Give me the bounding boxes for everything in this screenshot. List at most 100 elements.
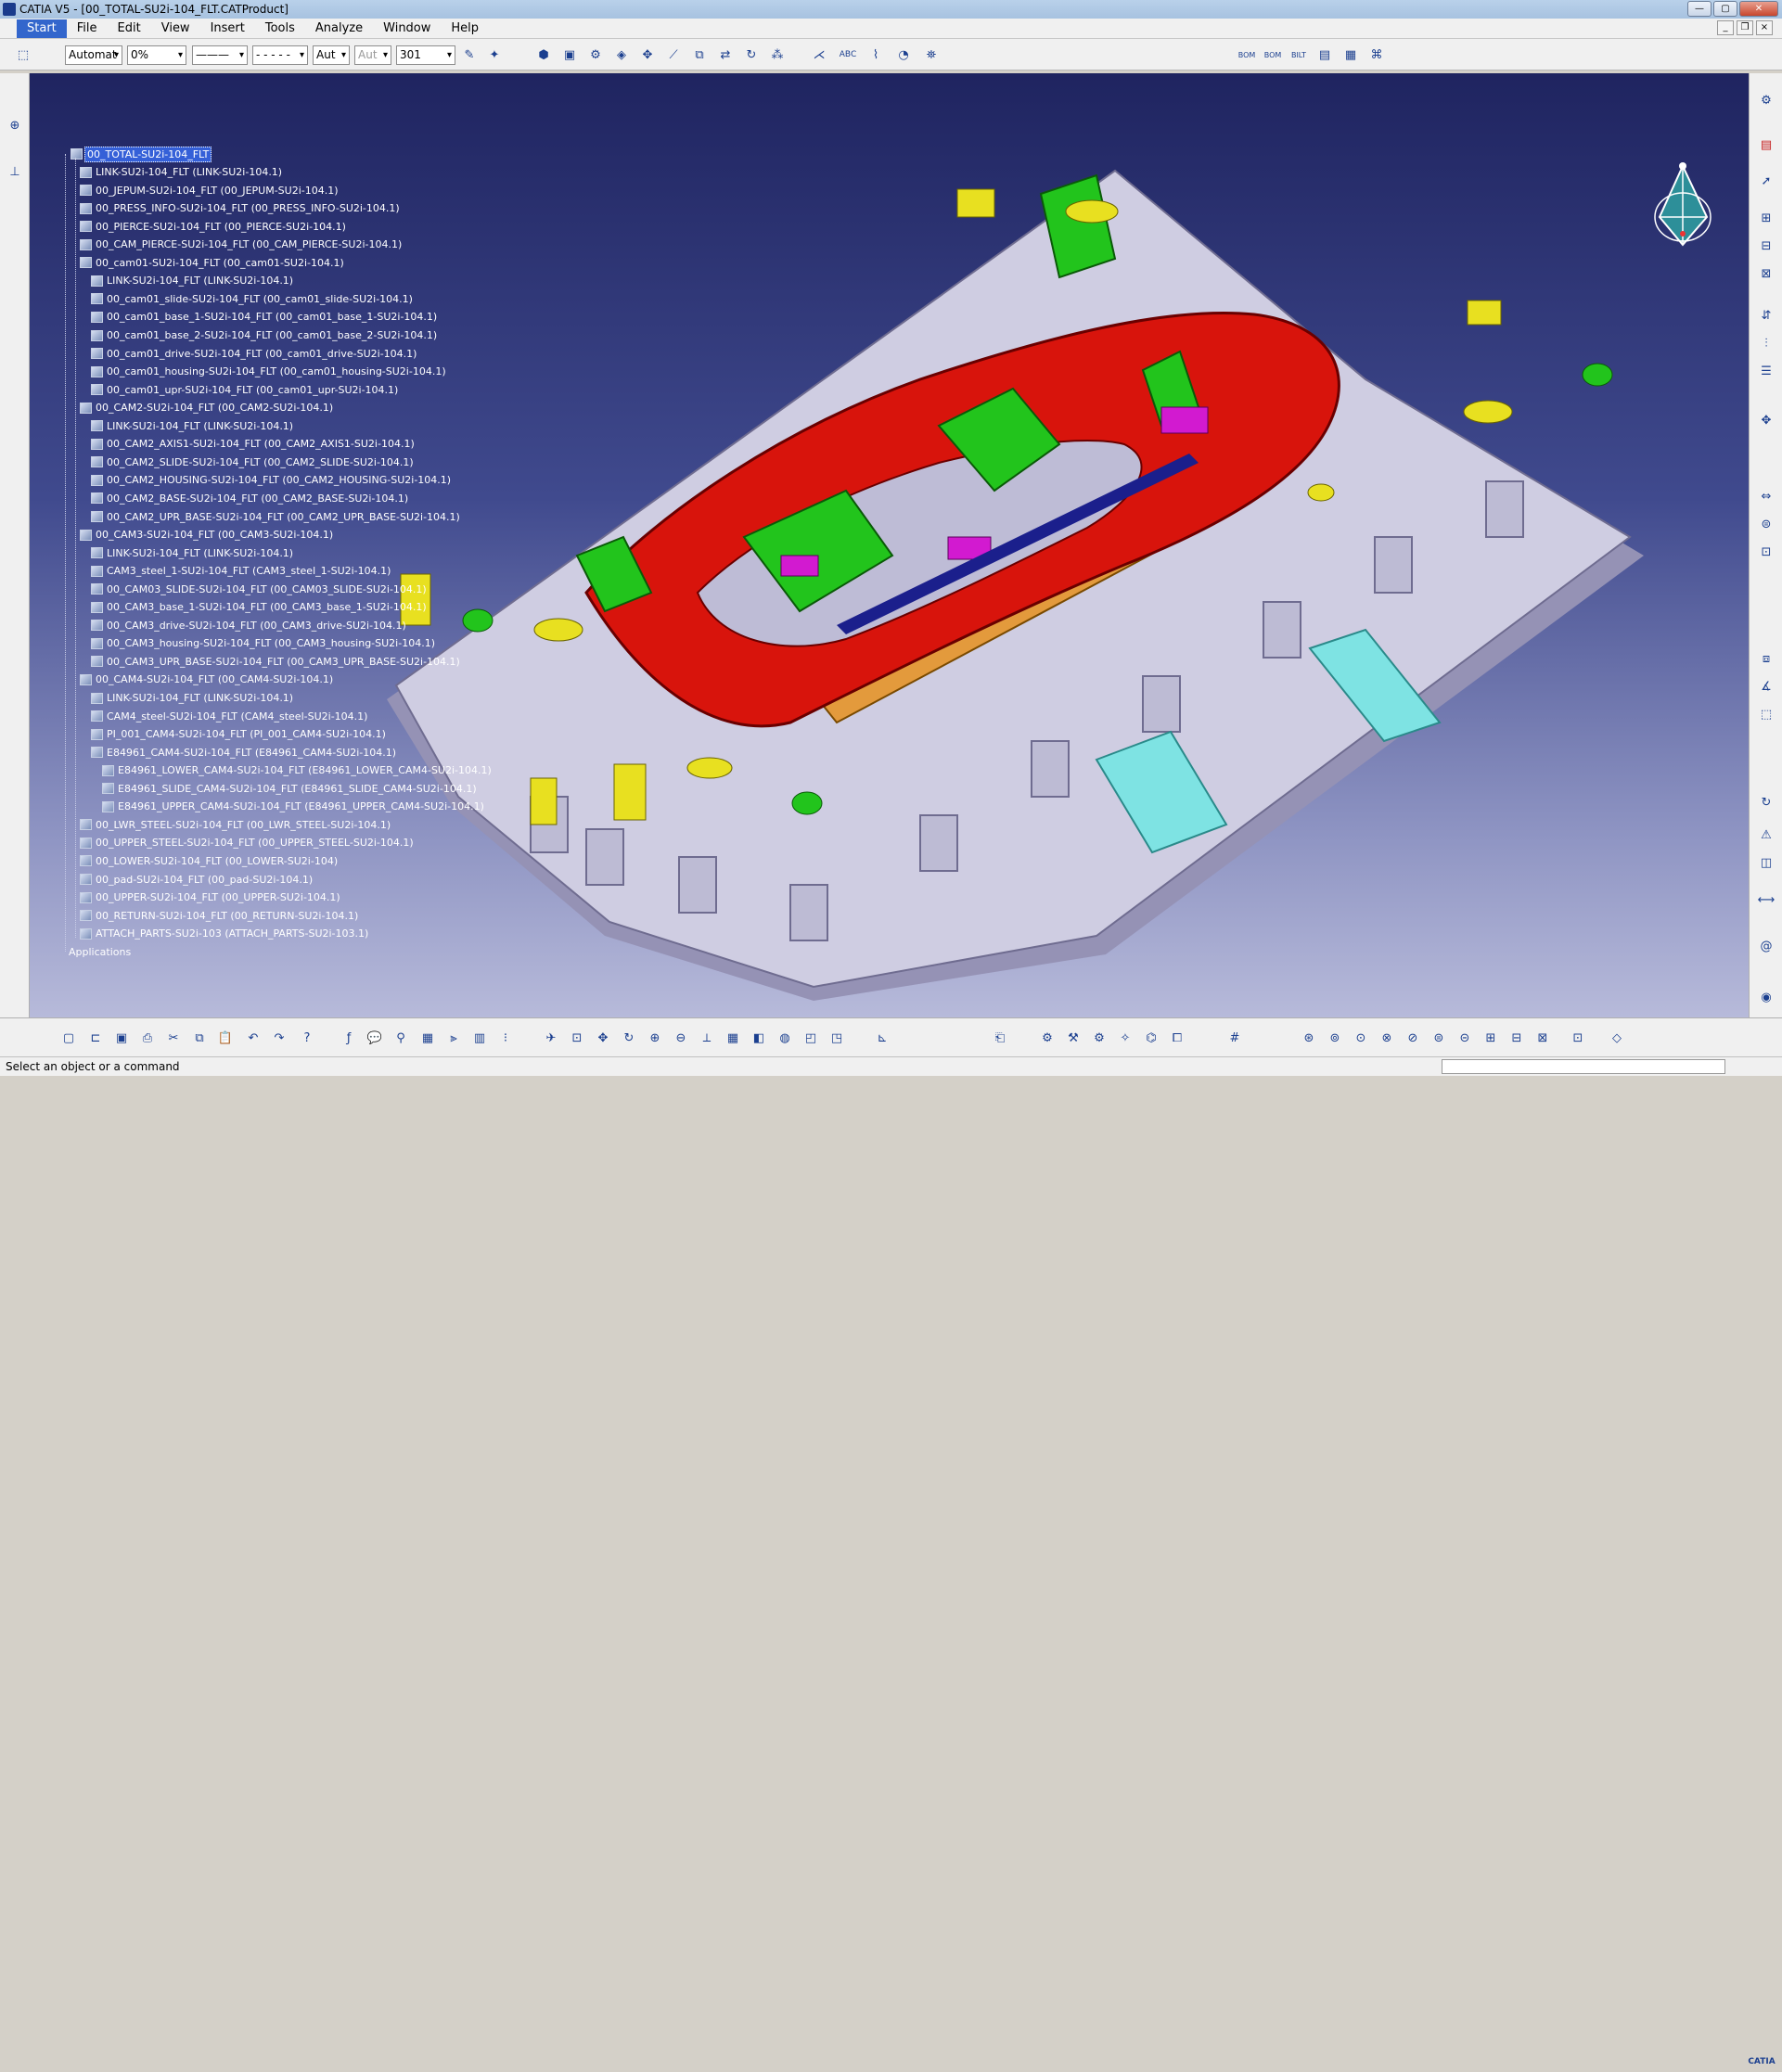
space-analysis-icon[interactable]: ◔ (893, 45, 914, 65)
maximize-button[interactable]: ▢ (1713, 1, 1737, 17)
menu-start[interactable]: Start (17, 19, 67, 38)
manipulate-icon[interactable]: ✥ (637, 45, 658, 65)
replace-icon[interactable]: ⇵ (1756, 305, 1776, 326)
tree-node[interactable]: 00_CAM2_BASE-SU2i-104_FLT (00_CAM2_BASE-… (91, 491, 410, 505)
table-icon[interactable]: ▦ (417, 1028, 438, 1048)
swap-space-icon[interactable]: ◳ (827, 1028, 847, 1048)
scenes-icon[interactable]: ⛯ (921, 45, 942, 65)
menu-edit[interactable]: Edit (108, 19, 151, 38)
tree-node[interactable]: 00_UPPER-SU2i-104_FLT (00_UPPER-SU2i-104… (80, 890, 342, 905)
tree-node[interactable]: E84961_UPPER_CAM4-SU2i-104_FLT (E84961_U… (102, 799, 486, 814)
tree-node[interactable]: ATTACH_PARTS-SU2i-103 (ATTACH_PARTS-SU2i… (80, 927, 370, 941)
compass-snap-icon[interactable]: ⊕ (5, 115, 25, 135)
tree-node[interactable]: LINK-SU2i-104_FLT (LINK-SU2i-104.1) (91, 545, 295, 560)
save-icon[interactable]: ▣ (111, 1028, 132, 1048)
fly-icon[interactable]: ✈ (541, 1028, 561, 1048)
distance-icon[interactable]: ⟷ (1756, 889, 1776, 910)
tree-node[interactable]: 00_CAM2_SLIDE-SU2i-104_FLT (00_CAM2_SLID… (91, 454, 416, 469)
menu-tools[interactable]: Tools (255, 19, 305, 38)
redo-icon[interactable]: ↷ (269, 1028, 289, 1048)
analysis-6-icon[interactable]: ⊜ (1429, 1028, 1449, 1048)
yellow-tool-icon[interactable]: ✧ (1115, 1028, 1135, 1048)
tree-expand-icon[interactable]: ⫸ (443, 1028, 464, 1048)
tree-node[interactable]: 00_cam01_housing-SU2i-104_FLT (00_cam01_… (91, 365, 448, 379)
paint-brush-icon[interactable]: ✎ (459, 45, 480, 65)
command-input[interactable] (1442, 1059, 1725, 1074)
tree-root-node[interactable]: 00_TOTAL-SU2i-104_FLT (71, 146, 212, 162)
measure-icon[interactable]: ⌇ (865, 45, 886, 65)
tree-node[interactable]: LINK-SU2i-104_FLT (LINK-SU2i-104.1) (91, 418, 295, 433)
layer-select[interactable]: Aut (313, 45, 350, 65)
hide-show-icon[interactable]: ◰ (801, 1028, 821, 1048)
ground-icon[interactable]: ⊥ (5, 161, 25, 182)
grid-icon[interactable]: # (1224, 1028, 1245, 1048)
doc-restore-button[interactable]: ❐ (1737, 20, 1753, 35)
pattern-icon[interactable]: ⁂ (767, 45, 788, 65)
transparency-select[interactable]: 0% (127, 45, 186, 65)
fix-together-icon[interactable]: ⬚ (1756, 704, 1776, 724)
spiral-icon[interactable]: @ (1756, 936, 1776, 956)
rotate-icon[interactable]: ↻ (619, 1028, 639, 1048)
tree-node[interactable]: 00_PRESS_INFO-SU2i-104_FLT (00_PRESS_INF… (80, 201, 402, 216)
tree-node[interactable]: 00_CAM3_drive-SU2i-104_FLT (00_CAM3_driv… (91, 618, 408, 633)
analysis-3-icon[interactable]: ⊙ (1351, 1028, 1371, 1048)
linestyle-select[interactable]: - - - - - (252, 45, 308, 65)
reorder-icon[interactable]: ↻ (741, 45, 762, 65)
bom-icon[interactable]: BOM (1237, 45, 1257, 65)
part-icon[interactable]: ◈ (611, 45, 632, 65)
catalog-icon[interactable]: ▦ (1340, 45, 1361, 65)
abc-annotation-icon[interactable]: ABC (838, 45, 858, 65)
normal-view-icon[interactable]: ⟂ (697, 1028, 717, 1048)
explode-icon[interactable]: ⧉ (689, 45, 710, 65)
offset-icon[interactable]: ⧈ (1756, 648, 1776, 669)
sectioning-icon[interactable]: ◫ (1756, 852, 1776, 873)
analysis-7-icon[interactable]: ⊝ (1455, 1028, 1475, 1048)
tag-icon[interactable]: ◇ (1607, 1028, 1627, 1048)
constraint-icon[interactable]: ⋌ (809, 45, 829, 65)
tree-node[interactable]: E84961_CAM4-SU2i-104_FLT (E84961_CAM4-SU… (91, 745, 398, 760)
print-icon[interactable]: ⎙ (137, 1028, 158, 1048)
tree-node[interactable]: 00_CAM2_AXIS1-SU2i-104_FLT (00_CAM2_AXIS… (91, 437, 417, 452)
tree-node[interactable]: 00_CAM03_SLIDE-SU2i-104_FLT (00_CAM03_SL… (91, 582, 429, 596)
doc-close-button[interactable]: × (1756, 20, 1773, 35)
undo-icon[interactable]: ↶ (243, 1028, 263, 1048)
tree-node[interactable]: 00_CAM3_UPR_BASE-SU2i-104_FLT (00_CAM3_U… (91, 654, 462, 669)
measure-between-icon[interactable]: ⊾ (872, 1028, 892, 1048)
light-icon[interactable]: ⚲ (391, 1028, 411, 1048)
tree-node[interactable]: 00_CAM3_base_1-SU2i-104_FLT (00_CAM3_bas… (91, 600, 429, 615)
save-disk-icon[interactable]: ▤ (1314, 45, 1335, 65)
shading-icon[interactable]: ◍ (775, 1028, 795, 1048)
tree-node[interactable]: CAM4_steel-SU2i-104_FLT (CAM4_steel-SU2i… (91, 709, 369, 723)
linetype-select[interactable]: ——— (192, 45, 248, 65)
flexible-icon[interactable]: ⚒ (1063, 1028, 1083, 1048)
copy-icon[interactable]: ⧉ (189, 1028, 210, 1048)
tree-node[interactable]: 00_cam01_drive-SU2i-104_FLT (00_cam01_dr… (91, 346, 418, 361)
renumber-icon[interactable]: ☰ (1756, 361, 1776, 381)
tree-node[interactable]: CAM3_steel_1-SU2i-104_FLT (CAM3_steel_1-… (91, 564, 392, 579)
render-select[interactable]: Aut (354, 45, 391, 65)
cache-icon[interactable]: ▥ (469, 1028, 490, 1048)
analysis-8-icon[interactable]: ⊞ (1481, 1028, 1501, 1048)
tree-node[interactable]: 00_CAM4-SU2i-104_FLT (00_CAM4-SU2i-104.1… (80, 672, 335, 687)
comment-icon[interactable]: 💬 (365, 1028, 385, 1048)
compass-icon[interactable] (1648, 161, 1718, 263)
clash-icon[interactable]: ⚠ (1756, 825, 1776, 845)
snap-icon[interactable]: ⟋ (663, 45, 684, 65)
tree-node[interactable]: LINK-SU2i-104_FLT (LINK-SU2i-104.1) (80, 165, 284, 180)
clash-icon[interactable]: ⇄ (715, 45, 736, 65)
publish-icon[interactable]: ⧠ (1167, 1028, 1187, 1048)
angle-icon[interactable]: ∡ (1756, 676, 1776, 697)
analysis-11-icon[interactable]: ⊡ (1568, 1028, 1588, 1048)
tree-node[interactable]: PI_001_CAM4-SU2i-104_FLT (PI_001_CAM4-SU… (91, 727, 388, 742)
tree-node[interactable]: 00_cam01_slide-SU2i-104_FLT (00_cam01_sl… (91, 291, 415, 306)
weld-icon[interactable]: ⌬ (1141, 1028, 1161, 1048)
analysis-9-icon[interactable]: ⊟ (1506, 1028, 1527, 1048)
coincidence-icon[interactable]: ⊜ (1756, 514, 1776, 534)
open-folder-icon[interactable]: ⊏ (85, 1028, 106, 1048)
knowledge-icon[interactable]: ⁝ (495, 1028, 516, 1048)
new-part-icon[interactable]: ⊠ (1756, 263, 1776, 284)
insert-component-icon[interactable]: ⊞ (1756, 208, 1776, 228)
close-button[interactable]: ✕ (1739, 1, 1778, 17)
component-icon[interactable]: ▣ (559, 45, 580, 65)
iso-view-icon[interactable]: ◧ (749, 1028, 769, 1048)
